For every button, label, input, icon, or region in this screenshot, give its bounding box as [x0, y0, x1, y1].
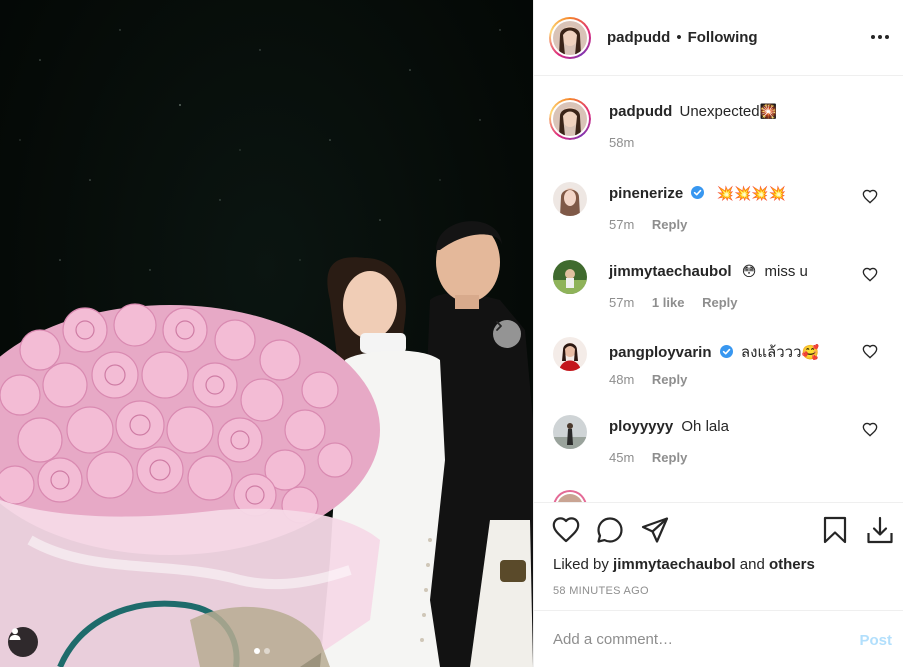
more-options-button[interactable] [869, 28, 891, 46]
more-dot [885, 35, 889, 39]
caption-text: Unexpected [679, 103, 760, 120]
comment-avatar-partial [553, 490, 587, 502]
post-comment-button[interactable]: Post [859, 632, 892, 649]
carousel-indicator [254, 648, 270, 654]
comment-meta: 48m Reply [609, 372, 687, 387]
comment-item: ployyyyy Oh lala 45m Reply [534, 415, 903, 475]
following-button[interactable]: Following [688, 29, 758, 46]
carousel-next-button[interactable] [493, 320, 521, 348]
carousel-dot-active [254, 648, 260, 654]
liked-by-user[interactable]: jimmytaechaubol [613, 556, 736, 573]
comment-like-icon[interactable] [862, 267, 878, 283]
heart-icon[interactable] [551, 515, 581, 545]
post-caption: padpudd Unexpected🎇 58m [534, 98, 903, 160]
comment-like-icon[interactable] [862, 344, 878, 360]
comment-meta: 57m Reply [609, 217, 687, 232]
comment-username[interactable]: pinenerize [609, 185, 683, 202]
tagged-users-button[interactable] [8, 627, 38, 657]
comment-text: miss u [764, 263, 808, 280]
comment-meta: 45m Reply [609, 450, 687, 465]
add-comment-bar: Post [534, 610, 903, 667]
reply-button[interactable]: Reply [702, 295, 737, 310]
liked-by-prefix: Liked by [553, 556, 609, 573]
comments-list[interactable]: padpudd Unexpected🎇 58m pinenerize 💥💥💥💥 … [534, 77, 903, 502]
comment-emoji: 😳 [741, 263, 757, 279]
comment-username[interactable]: ployyyyy [609, 418, 673, 435]
post-side-panel: padpudd • Following padpudd Unexpected🎇 [533, 0, 903, 667]
avatar-image [553, 182, 587, 216]
comment-icon[interactable] [595, 515, 625, 545]
comment-item: jimmytaechaubol 😳 miss u 57m 1 like Repl… [534, 260, 903, 320]
bookmark-icon[interactable] [820, 515, 850, 545]
post-header: padpudd • Following [534, 0, 903, 76]
comment-item: pinenerize 💥💥💥💥 57m Reply [534, 182, 903, 242]
comment-like-icon[interactable] [862, 189, 878, 205]
liked-by-conj: and [739, 556, 765, 573]
caption-line: padpudd Unexpected🎇 [609, 103, 777, 120]
comment-like-icon[interactable] [862, 422, 878, 438]
avatar-image [553, 415, 587, 449]
avatar-image [553, 490, 587, 502]
comment-avatar[interactable] [553, 260, 587, 294]
verified-badge-icon [719, 345, 733, 358]
download-icon[interactable] [865, 515, 895, 545]
post-timestamp[interactable]: 58 MINUTES AGO [553, 585, 649, 597]
comment-line: ployyyyy Oh lala [609, 418, 729, 435]
comment-text: Oh lala [681, 418, 729, 435]
reply-button[interactable]: Reply [652, 217, 687, 232]
post-actions: Liked by jimmytaechaubol and others 58 M… [534, 502, 903, 610]
author-avatar[interactable] [549, 16, 591, 59]
comment-input[interactable] [553, 630, 843, 648]
caption-emoji: 🎇 [759, 103, 777, 119]
comment-text: ลงแล้ววว [740, 344, 802, 361]
comment-emoji: 🥰 [801, 344, 819, 360]
comment-username[interactable]: jimmytaechaubol [609, 263, 732, 280]
author-username[interactable]: padpudd [607, 29, 670, 46]
comment-line: pinenerize 💥💥💥💥 [609, 185, 786, 202]
comment-time[interactable]: 57m [609, 217, 634, 232]
rose-bouquet [0, 303, 380, 667]
comment-item: pangployvarin ลงแล้ววว🥰 48m Reply [534, 337, 903, 397]
comment-avatar[interactable] [553, 415, 587, 449]
verified-badge-icon [691, 186, 705, 199]
comment-line: pangployvarin ลงแล้ววว🥰 [609, 340, 819, 364]
avatar-image [553, 20, 587, 55]
liked-by-summary: Liked by jimmytaechaubol and others [553, 556, 815, 573]
separator-dot: • [676, 29, 682, 46]
comment-avatar[interactable] [553, 337, 587, 371]
chevron-right-icon [496, 321, 502, 331]
more-horizontal-icon [871, 35, 875, 39]
reply-button[interactable]: Reply [652, 372, 687, 387]
comment-time[interactable]: 57m [609, 295, 634, 310]
carousel-dot [264, 648, 270, 654]
comment-likes-count[interactable]: 1 like [652, 295, 685, 310]
post-photo[interactable] [0, 0, 533, 667]
liked-by-others[interactable]: others [769, 556, 815, 573]
more-dot [878, 35, 882, 39]
caption-avatar[interactable] [549, 98, 591, 140]
comment-meta: 57m 1 like Reply [609, 295, 737, 310]
reply-button[interactable]: Reply [652, 450, 687, 465]
photo-illustration [0, 29, 533, 667]
caption-time[interactable]: 58m [609, 135, 634, 150]
avatar-image [553, 102, 587, 136]
comment-time[interactable]: 48m [609, 372, 634, 387]
comment-avatar[interactable] [553, 182, 587, 216]
comment-line: jimmytaechaubol 😳 miss u [609, 263, 808, 280]
caption-meta: 58m [609, 135, 634, 150]
comment-time[interactable]: 45m [609, 450, 634, 465]
user-tag-icon [9, 628, 21, 640]
caption-username[interactable]: padpudd [609, 103, 672, 120]
comment-emoji: 💥💥💥💥 [716, 185, 787, 201]
avatar-image [553, 337, 587, 371]
paper-plane-icon[interactable] [640, 515, 670, 545]
comment-username[interactable]: pangployvarin [609, 344, 712, 361]
avatar-image [553, 260, 587, 294]
